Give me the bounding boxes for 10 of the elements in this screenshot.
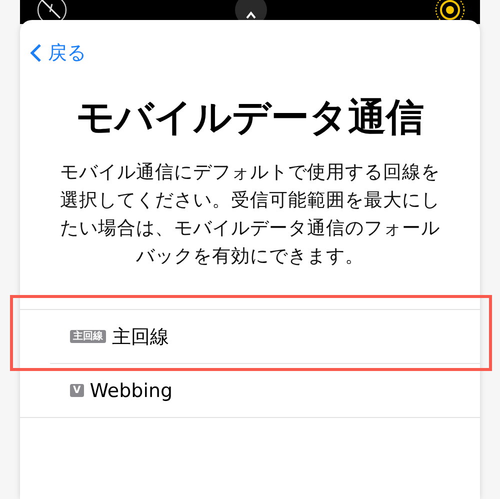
- page-title: モバイルデータ通信: [75, 94, 425, 141]
- line-option[interactable]: 主回線 主回線: [50, 310, 480, 364]
- line-option[interactable]: V Webbing: [20, 364, 480, 418]
- line-label: 主回線: [112, 324, 169, 350]
- description-text: モバイル通信にデフォルトで使用する回線を選択してください。受信可能範囲を最大にしたい場合は、モバイルデータ通信のフォールバックを有効にできます。: [59, 161, 441, 269]
- line-badge: 主回線: [70, 330, 106, 343]
- line-label: Webbing: [90, 380, 173, 402]
- back-button[interactable]: 戻る: [30, 40, 86, 66]
- line-badge: V: [70, 384, 84, 397]
- chevron-left-icon: [30, 43, 42, 63]
